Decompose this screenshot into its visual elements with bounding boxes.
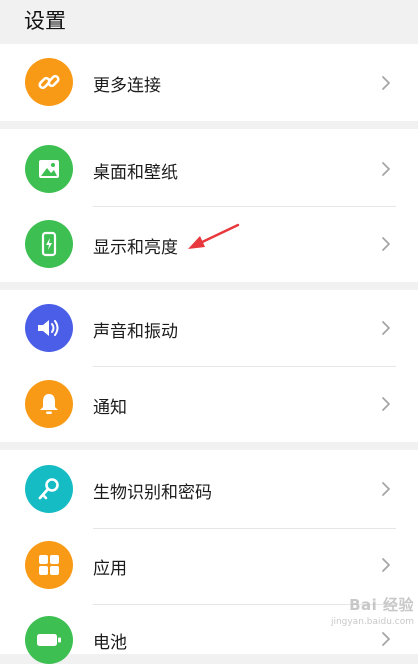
phone-brightness-icon	[25, 220, 73, 268]
settings-item-sound-vibration[interactable]: 声音和振动	[0, 290, 418, 366]
settings-group-connections: 更多连接	[0, 44, 418, 121]
settings-item-apps[interactable]: 应用	[0, 528, 418, 604]
chevron-right-icon	[382, 397, 390, 411]
settings-item-label: 生物识别和密码	[93, 483, 212, 503]
settings-item-notifications[interactable]: 通知	[0, 366, 418, 442]
speaker-icon	[25, 304, 73, 352]
chevron-right-icon	[382, 162, 390, 176]
page-title: 设置	[24, 9, 66, 33]
settings-item-label: 应用	[93, 559, 127, 579]
link-icon	[25, 58, 73, 106]
red-arrow-icon	[188, 223, 240, 249]
settings-item-label: 桌面和壁纸	[93, 163, 178, 183]
settings-group-sound-notify: 声音和振动 通知	[0, 290, 418, 442]
key-icon	[25, 465, 73, 513]
settings-item-label: 电池	[93, 633, 127, 653]
settings-group-display: 桌面和壁纸 显示和亮度	[0, 129, 418, 282]
settings-item-wallpaper[interactable]: 桌面和壁纸	[0, 129, 418, 206]
settings-item-more-connections[interactable]: 更多连接	[0, 44, 418, 121]
chevron-right-icon	[382, 558, 390, 572]
watermark: Bai 经验 jingyan.baidu.com	[296, 594, 414, 650]
settings-item-label: 通知	[93, 398, 127, 418]
settings-item-biometrics-password[interactable]: 生物识别和密码	[0, 450, 418, 528]
battery-icon	[25, 616, 73, 664]
bell-icon	[25, 380, 73, 428]
grid-icon	[25, 541, 73, 589]
chevron-right-icon	[382, 76, 390, 90]
chevron-right-icon	[382, 482, 390, 496]
settings-item-label: 显示和亮度	[93, 238, 178, 258]
watermark-url: jingyan.baidu.com	[330, 617, 414, 627]
settings-item-label: 声音和振动	[93, 322, 178, 342]
watermark-logo: Bai 经验	[349, 596, 414, 614]
settings-item-label: 更多连接	[93, 76, 161, 96]
chevron-right-icon	[382, 321, 390, 335]
chevron-right-icon	[382, 237, 390, 251]
image-icon	[25, 145, 73, 193]
